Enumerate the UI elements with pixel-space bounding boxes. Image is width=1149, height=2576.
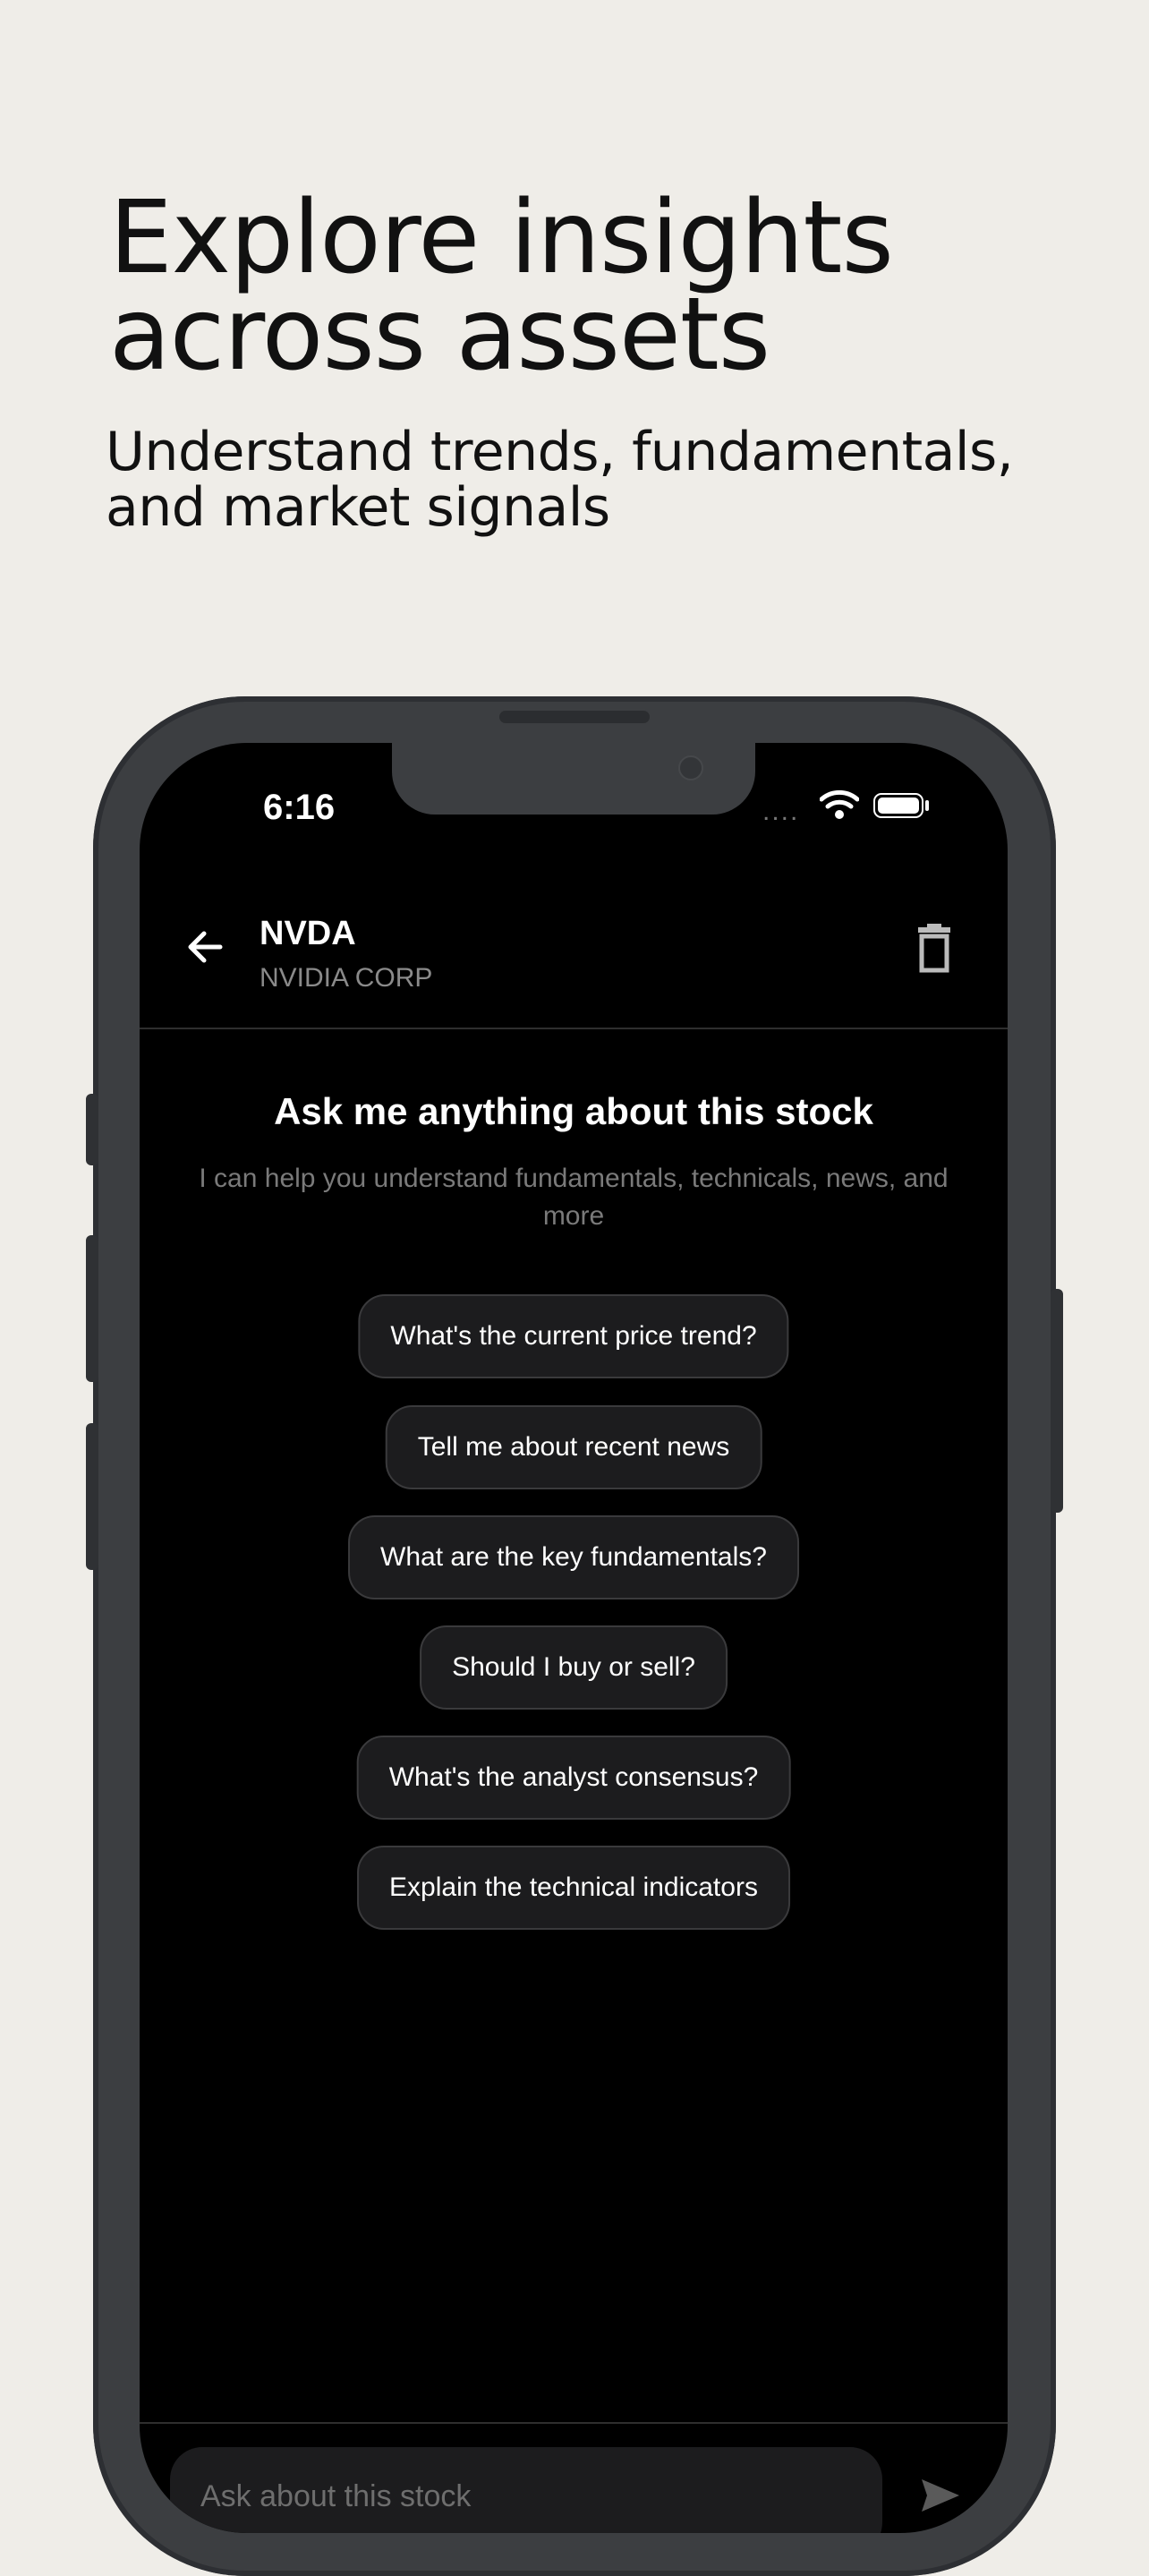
- signal-dots-icon: ....: [762, 797, 800, 826]
- phone-mute-switch: [86, 1094, 98, 1165]
- composer-divider: [140, 2422, 1008, 2424]
- phone-power-button: [1051, 1289, 1063, 1513]
- trash-icon[interactable]: [909, 922, 959, 976]
- suggestion-chip[interactable]: What's the analyst consensus?: [356, 1736, 791, 1820]
- wifi-icon: [820, 789, 859, 819]
- stock-ticker: NVDA: [260, 915, 356, 952]
- battery-icon: [873, 793, 923, 818]
- suggestion-chip[interactable]: What are the key fundamentals?: [348, 1515, 799, 1599]
- message-input[interactable]: Ask about this stock: [170, 2447, 882, 2533]
- status-time: 6:16: [263, 788, 336, 827]
- promo-subheadline: Understand trends, fundamentals, and mar…: [106, 421, 1014, 539]
- phone-volume-up: [86, 1235, 98, 1382]
- send-icon[interactable]: [915, 2470, 965, 2521]
- phone-volume-down: [86, 1423, 98, 1570]
- header-divider: [140, 1028, 1008, 1029]
- empty-state-title: Ask me anything about this stock: [274, 1090, 873, 1132]
- suggestion-chip[interactable]: Explain the technical indicators: [357, 1846, 790, 1930]
- suggestion-chip[interactable]: Should I buy or sell?: [420, 1625, 728, 1710]
- phone-screen: 6:16 .... NVDA NVIDIA CORP Ask me anythi…: [140, 743, 1008, 2533]
- company-name: NVIDIA CORP: [260, 963, 433, 993]
- promo-headline: Explore insights across assets: [109, 180, 894, 393]
- arrow-left-icon[interactable]: [181, 922, 231, 972]
- empty-state-subtitle: I can help you understand fundamentals, …: [199, 1164, 949, 1231]
- suggestion-chip[interactable]: Tell me about recent news: [385, 1405, 762, 1489]
- phone-speaker: [499, 711, 650, 723]
- notch: [392, 743, 755, 815]
- camera-icon: [678, 755, 703, 780]
- battery-tip: [925, 800, 929, 811]
- suggestion-chip[interactable]: What's the current price trend?: [358, 1294, 789, 1378]
